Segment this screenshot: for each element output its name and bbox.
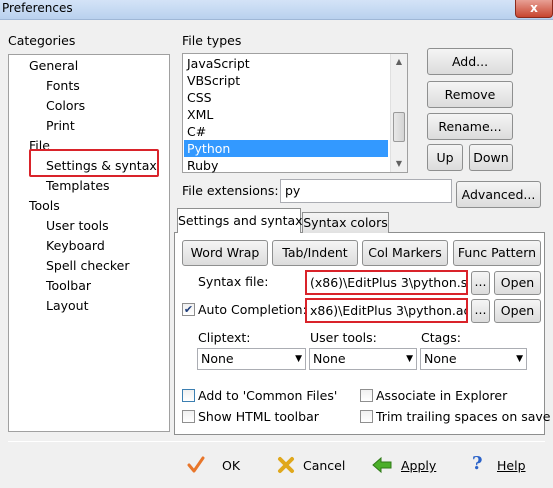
user-tools-select[interactable]: None ▼ <box>309 348 417 370</box>
tree-item-colors[interactable]: Colors <box>46 98 85 113</box>
add-common-files-checkbox[interactable] <box>182 389 195 402</box>
scroll-down-arrow-icon[interactable]: ▼ <box>391 156 407 172</box>
tree-item-tools[interactable]: Tools <box>29 198 60 213</box>
arrow-left-icon <box>372 456 392 474</box>
show-html-toolbar-checkbox[interactable] <box>182 410 195 423</box>
apply-label: Apply <box>401 458 437 473</box>
chevron-down-icon: ▼ <box>295 354 302 364</box>
cancel-x-icon <box>278 457 294 473</box>
down-button[interactable]: Down <box>469 144 513 171</box>
user-tools-label: User tools: <box>310 330 377 345</box>
auto-completion-browse-button[interactable]: ... <box>471 299 490 323</box>
up-button[interactable]: Up <box>427 144 463 171</box>
tab-indent-button[interactable]: Tab/Indent <box>272 240 358 266</box>
cancel-label: Cancel <box>303 458 346 473</box>
syntax-file-browse-button[interactable]: ... <box>471 271 490 295</box>
help-button[interactable]: ? Help <box>470 453 530 477</box>
trim-trailing-spaces-label: Trim trailing spaces on save <box>376 409 551 424</box>
file-extensions-label: File extensions: <box>182 183 279 198</box>
associate-explorer-label: Associate in Explorer <box>376 388 508 403</box>
ctags-label: Ctags: <box>421 330 461 345</box>
show-html-toolbar-label: Show HTML toolbar <box>198 409 319 424</box>
tree-item-user-tools[interactable]: User tools <box>46 218 109 233</box>
add-common-files-label: Add to 'Common Files' <box>198 388 338 403</box>
file-type-item[interactable]: C# <box>184 123 388 140</box>
col-markers-button[interactable]: Col Markers <box>362 240 448 266</box>
syntax-file-open-button[interactable]: Open <box>494 271 541 295</box>
file-types-scrollbar[interactable]: ▲ ▼ <box>390 54 407 172</box>
user-tools-value: None <box>313 351 346 366</box>
categories-tree[interactable]: General Fonts Colors Print File Settings… <box>8 54 170 432</box>
cliptext-select[interactable]: None ▼ <box>197 348 306 370</box>
file-types-list[interactable]: JavaScript VBScript CSS XML C# Python Ru… <box>182 53 408 173</box>
tree-item-general[interactable]: General <box>29 58 78 73</box>
file-type-item[interactable]: XML <box>184 106 388 123</box>
tree-item-toolbar[interactable]: Toolbar <box>46 278 91 293</box>
chevron-down-icon: ▼ <box>406 354 413 364</box>
ok-button[interactable]: OK <box>186 453 246 477</box>
tree-item-keyboard[interactable]: Keyboard <box>46 238 105 253</box>
help-label: Help <box>497 458 526 473</box>
trim-trailing-spaces-checkbox[interactable] <box>360 410 373 423</box>
syntax-file-input[interactable]: (x86)\EditPlus 3\python.stx <box>305 270 468 295</box>
func-pattern-button[interactable]: Func Pattern <box>453 240 541 266</box>
file-type-item-selected[interactable]: Python <box>184 140 388 157</box>
tab-settings-and-syntax[interactable]: Settings and syntax <box>177 208 303 233</box>
auto-completion-label: Auto Completion: <box>198 302 307 317</box>
tree-item-templates[interactable]: Templates <box>46 178 110 193</box>
chevron-down-icon: ▼ <box>516 354 523 364</box>
scroll-up-arrow-icon[interactable]: ▲ <box>391 54 407 70</box>
file-type-item[interactable]: CSS <box>184 89 388 106</box>
ok-label: OK <box>222 458 241 473</box>
auto-completion-input[interactable]: x86)\EditPlus 3\python.acp <box>305 298 468 323</box>
auto-completion-checkbox[interactable]: ✔ <box>182 303 195 316</box>
cliptext-label: Cliptext: <box>198 330 251 345</box>
syntax-file-label: Syntax file: <box>198 274 269 289</box>
tree-item-spell-checker[interactable]: Spell checker <box>46 258 129 273</box>
check-icon <box>187 456 205 473</box>
categories-label: Categories <box>8 33 76 48</box>
word-wrap-button[interactable]: Word Wrap <box>182 240 268 266</box>
cliptext-value: None <box>201 351 234 366</box>
file-type-item[interactable]: Ruby <box>184 157 388 174</box>
file-type-item[interactable]: VBScript <box>184 72 388 89</box>
advanced-button[interactable]: Advanced... <box>456 181 541 208</box>
ctags-value: None <box>424 351 457 366</box>
footer-separator <box>8 441 545 442</box>
cancel-button[interactable]: Cancel <box>276 453 346 477</box>
tab-syntax-colors[interactable]: Syntax colors <box>302 212 389 233</box>
close-button[interactable]: x <box>515 0 553 18</box>
associate-explorer-checkbox[interactable] <box>360 389 373 402</box>
file-types-label: File types <box>182 33 242 48</box>
auto-completion-open-button[interactable]: Open <box>494 299 541 323</box>
remove-button[interactable]: Remove <box>427 81 513 108</box>
window-title: Preferences <box>2 1 73 15</box>
help-question-icon: ? <box>472 453 483 474</box>
title-bar: Preferences x <box>0 0 553 20</box>
apply-button[interactable]: Apply <box>372 453 438 477</box>
add-button[interactable]: Add... <box>427 48 513 75</box>
tree-item-print[interactable]: Print <box>46 118 75 133</box>
file-type-item[interactable]: JavaScript <box>184 55 388 72</box>
tree-item-settings-syntax[interactable]: Settings & syntax <box>46 158 157 173</box>
tree-item-fonts[interactable]: Fonts <box>46 78 80 93</box>
file-extensions-input[interactable]: py <box>280 179 452 203</box>
tree-item-layout[interactable]: Layout <box>46 298 89 313</box>
rename-button[interactable]: Rename... <box>427 113 513 140</box>
ctags-select[interactable]: None ▼ <box>420 348 527 370</box>
scroll-thumb[interactable] <box>393 112 405 142</box>
